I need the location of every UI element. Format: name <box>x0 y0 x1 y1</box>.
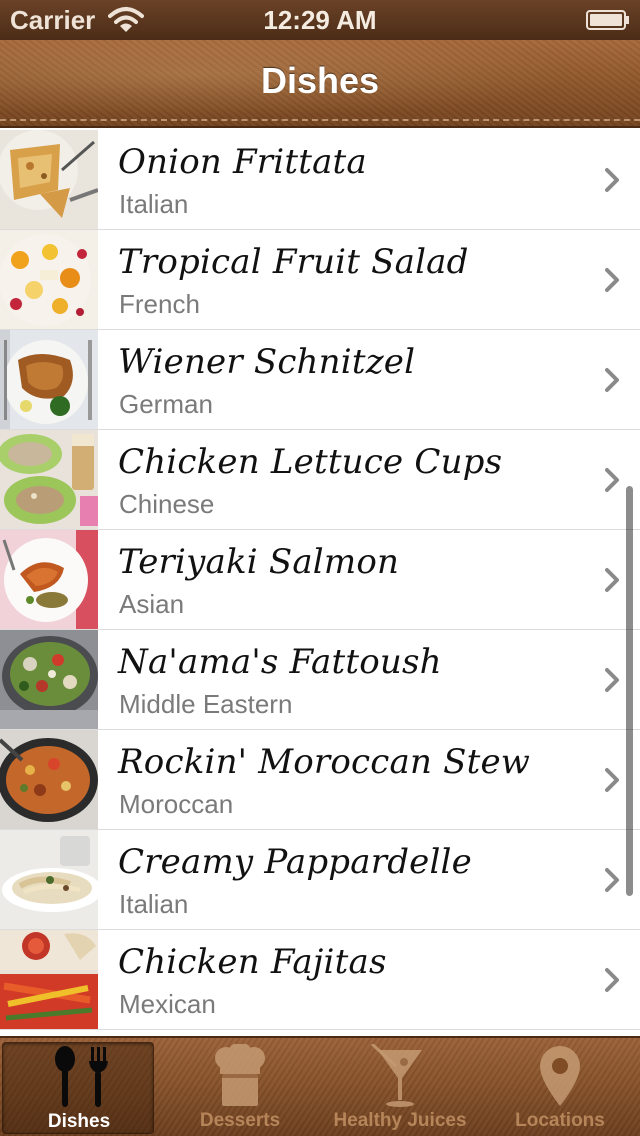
dish-name: Creamy Pappardelle <box>118 842 472 882</box>
map-pin-icon <box>540 1046 580 1106</box>
dish-cuisine: Italian <box>119 189 189 219</box>
battery-icon <box>586 10 629 30</box>
chevron-right-icon <box>605 468 619 492</box>
status-clock: 12:29 AM <box>263 5 377 35</box>
dish-row-rockin-moroccan-stew[interactable]: Rockin' Moroccan Stew Moroccan <box>0 730 640 830</box>
tab-healthy-juices[interactable]: Healthy Juices <box>324 1042 476 1134</box>
dish-name: Teriyaki Salmon <box>118 542 400 582</box>
chevron-right-icon <box>605 768 619 792</box>
dish-cuisine: Chinese <box>119 489 215 519</box>
chevron-right-icon <box>605 868 619 892</box>
dish-thumbnail-image <box>0 730 98 829</box>
chevron-right-icon <box>605 368 619 392</box>
tab-label: Dishes <box>47 1111 111 1132</box>
dish-name: Chicken Fajitas <box>118 942 387 982</box>
tab-dishes[interactable]: Dishes <box>2 1042 154 1134</box>
scroll-indicator[interactable] <box>626 486 633 896</box>
chevron-right-icon <box>605 968 619 992</box>
dish-name: Rockin' Moroccan Stew <box>118 742 531 782</box>
chevron-right-icon <box>605 568 619 592</box>
chevron-right-icon <box>605 168 619 192</box>
dish-cuisine: German <box>119 389 213 419</box>
dish-cuisine: Moroccan <box>119 789 234 819</box>
dish-name: Tropical Fruit Salad <box>118 242 469 282</box>
page-title: Dishes <box>260 60 380 101</box>
dish-cuisine: Mexican <box>119 989 216 1019</box>
tab-desserts[interactable]: Desserts <box>164 1042 316 1134</box>
dish-name: Chicken Lettuce Cups <box>118 442 503 482</box>
dish-row-tropical-fruit-salad[interactable]: Tropical Fruit Salad French <box>0 230 640 330</box>
dish-name: Na'ama's Fattoush <box>118 642 442 682</box>
dish-row-naamas-fattoush[interactable]: Na'ama's Fattoush Middle Eastern <box>0 630 640 730</box>
dish-name: Onion Frittata <box>118 142 367 182</box>
tab-label: Healthy Juices <box>333 1110 467 1131</box>
dish-thumbnail-image <box>0 330 98 429</box>
dish-row-creamy-pappardelle[interactable]: Creamy Pappardelle Italian <box>0 830 640 930</box>
dish-row-chicken-lettuce-cups[interactable]: Chicken Lettuce Cups Chinese <box>0 430 640 530</box>
dish-list[interactable]: Onion Frittata Italian Tropical Fruit Sa… <box>0 130 640 1030</box>
dish-cuisine: Italian <box>119 889 189 919</box>
dish-row-teriyaki-salmon[interactable]: Teriyaki Salmon Asian <box>0 530 640 630</box>
tab-bar: Dishes Desserts Healthy Juices Locations <box>0 1036 640 1136</box>
tab-label: Locations <box>515 1110 605 1131</box>
dish-row-onion-frittata[interactable]: Onion Frittata Italian <box>0 130 640 230</box>
fork-spoon-icon <box>55 1046 108 1107</box>
chevron-right-icon <box>605 668 619 692</box>
dish-thumbnail-image <box>0 830 98 929</box>
dish-thumbnail-image <box>0 930 98 1029</box>
dish-thumbnail-image <box>0 430 98 529</box>
navigation-bar: Dishes <box>0 40 640 128</box>
dish-thumbnail-image <box>0 630 98 729</box>
dish-thumbnail-image <box>0 530 98 629</box>
dish-cuisine: French <box>119 289 200 319</box>
dish-row-wiener-schnitzel[interactable]: Wiener Schnitzel German <box>0 330 640 430</box>
cocktail-glass-icon <box>370 1044 422 1107</box>
chevron-right-icon <box>605 268 619 292</box>
dish-name: Wiener Schnitzel <box>118 342 416 382</box>
dish-thumbnail-image <box>0 230 98 329</box>
dish-row-chicken-fajitas[interactable]: Chicken Fajitas Mexican <box>0 930 640 1030</box>
dish-cuisine: Asian <box>119 589 185 619</box>
dish-cuisine: Middle Eastern <box>119 689 293 719</box>
chef-hat-icon <box>215 1044 265 1106</box>
status-bar: Carrier 12:29 AM <box>0 0 640 40</box>
tab-locations[interactable]: Locations <box>484 1042 636 1134</box>
tab-label: Desserts <box>199 1110 281 1131</box>
dish-thumbnail-image <box>0 130 98 229</box>
